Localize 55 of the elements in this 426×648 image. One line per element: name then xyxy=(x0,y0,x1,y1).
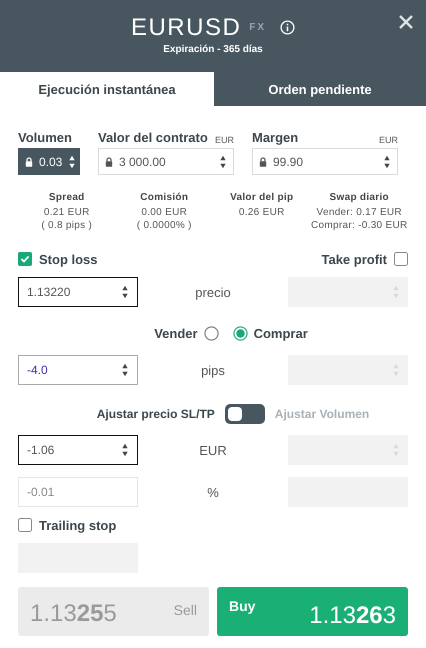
checkbox[interactable] xyxy=(18,252,32,266)
spinner-icon[interactable] xyxy=(219,154,227,170)
radio-button[interactable] xyxy=(204,326,219,340)
info-icon[interactable] xyxy=(280,20,296,35)
radio-button[interactable] xyxy=(232,326,248,340)
stat-value: Vender: 0.17 EUR xyxy=(316,207,402,218)
input-field[interactable]: 1.13220 xyxy=(18,277,138,307)
field-label: Valor del contrato xyxy=(98,130,208,145)
checkbox[interactable] xyxy=(394,252,408,266)
checkbox-label: Take profit xyxy=(322,252,387,266)
input-field[interactable]: 3 000.00 xyxy=(98,148,234,175)
spinner-icon[interactable] xyxy=(68,154,76,170)
unit-label: EUR xyxy=(214,135,234,145)
field-label: Margen xyxy=(252,130,298,145)
stat-value: 0.21 EUR xyxy=(44,207,90,218)
spinner-icon[interactable] xyxy=(383,154,391,170)
stat-label: Swap diario xyxy=(330,192,389,203)
spinner-icon[interactable] xyxy=(121,362,129,378)
field-label: % xyxy=(206,484,220,500)
field-label: precio xyxy=(194,284,232,300)
lock-icon xyxy=(259,156,267,166)
tab[interactable]: Ejecución instantánea xyxy=(0,72,214,106)
field-label: Volumen xyxy=(18,130,72,145)
toggle-label: Ajustar precio SL/TP xyxy=(96,407,215,421)
symbol-title: EURUSD xyxy=(130,14,242,42)
input-field[interactable]: -1.06 xyxy=(18,435,138,465)
input-field[interactable]: 0.03 xyxy=(18,148,80,175)
stat-label: Comisión xyxy=(140,192,188,203)
stat-value: ( 0.0000% ) xyxy=(136,220,192,231)
stat-label: Valor del pip xyxy=(230,192,294,203)
toggle-label: Ajustar Volumen xyxy=(274,407,370,421)
stat-value: Comprar: -0.30 EUR xyxy=(310,220,408,231)
spinner-icon[interactable] xyxy=(121,442,129,458)
input-field[interactable]: -4.0 xyxy=(18,355,138,385)
checkbox-label: Stop loss xyxy=(39,252,98,266)
stat-value: 0.00 EUR xyxy=(141,207,188,218)
radio-label: Vender xyxy=(154,326,198,340)
close-icon[interactable] xyxy=(398,14,414,30)
toggle-switch[interactable] xyxy=(224,404,265,424)
stat-value: ( 0.8 pips ) xyxy=(41,220,92,231)
unit-label: EUR xyxy=(378,135,398,145)
checkbox[interactable] xyxy=(18,518,32,532)
market-tag: FX xyxy=(249,22,266,33)
input-field[interactable]: -0.01 xyxy=(18,477,138,507)
spinner-icon[interactable] xyxy=(121,284,129,300)
stat-label: Spread xyxy=(48,192,85,203)
stat-value: 0.26 EUR xyxy=(238,207,285,218)
expiration-text: Expiración - 365 días xyxy=(163,44,263,54)
radio-label: Comprar xyxy=(254,326,308,340)
field-label: EUR xyxy=(198,442,228,458)
lock-icon xyxy=(105,156,113,166)
input-field[interactable]: 99.90 xyxy=(252,148,398,175)
checkbox-label: Trailing stop xyxy=(39,518,116,532)
lock-icon xyxy=(25,156,33,166)
field-label: pips xyxy=(200,362,226,378)
